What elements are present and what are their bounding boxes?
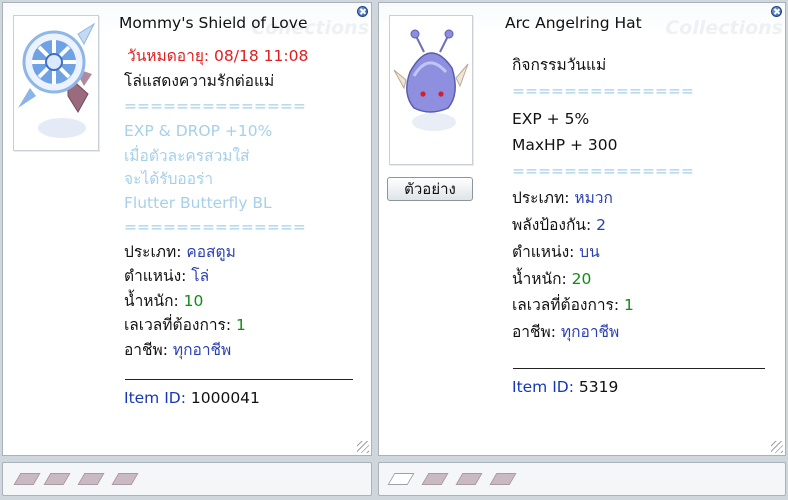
stat-required-level: เลเวลที่ต้องการ: 1 bbox=[124, 315, 246, 335]
bonus-line: EXP & DROP +10% bbox=[124, 122, 273, 140]
item-id: Item ID: 5319 bbox=[512, 377, 618, 397]
card-slot[interactable] bbox=[43, 473, 71, 485]
window-title: Mommy's Shield of Love bbox=[119, 14, 308, 32]
item-image bbox=[13, 15, 99, 151]
card-slot[interactable] bbox=[77, 473, 105, 485]
stat-type: ประเภท: หมวก bbox=[512, 188, 613, 208]
card-slot-bar bbox=[2, 462, 372, 496]
stat-label: เลเวลที่ต้องการ: bbox=[512, 296, 625, 314]
stat-value: 20 bbox=[571, 270, 592, 288]
separator: ============== bbox=[512, 162, 694, 180]
stat-value: 2 bbox=[596, 216, 607, 234]
item-description: โล่แสดงความรักต่อแม่ bbox=[124, 72, 275, 90]
watermark-text: Collections bbox=[665, 17, 783, 39]
card-slot-bar bbox=[378, 462, 786, 496]
stat-value: 10 bbox=[183, 292, 204, 310]
separator: ============== bbox=[124, 218, 306, 236]
card-slot[interactable] bbox=[111, 473, 139, 485]
stat-value: บน bbox=[579, 243, 600, 261]
bonus-line: Flutter Butterfly BL bbox=[124, 194, 272, 212]
stat-defense: พลังป้องกัน: 2 bbox=[512, 215, 606, 235]
stat-position: ตำแหน่ง: บน bbox=[512, 242, 600, 262]
stat-value: โล่ bbox=[191, 267, 210, 285]
card-slot-empty[interactable] bbox=[387, 473, 415, 485]
item-info-window-hat: Collections Arc Angelring Hat ตัวอย่าง ก… bbox=[378, 2, 786, 456]
bonus-line: MaxHP + 300 bbox=[512, 136, 618, 154]
bonus-line: EXP + 5% bbox=[512, 110, 590, 128]
divider bbox=[125, 379, 353, 380]
separator: ============== bbox=[512, 82, 694, 100]
stat-label: อาชีพ: bbox=[512, 323, 561, 341]
item-id-value: 1000041 bbox=[190, 389, 260, 407]
card-slot[interactable] bbox=[421, 473, 449, 485]
card-slot[interactable] bbox=[13, 473, 41, 485]
angelring-hat-icon bbox=[393, 29, 469, 131]
stat-label: พลังป้องกัน: bbox=[512, 216, 597, 234]
stat-value: 1 bbox=[624, 296, 634, 314]
item-description: กิจกรรมวันแม่ bbox=[512, 56, 607, 74]
stat-label: ตำแหน่ง: bbox=[124, 267, 192, 285]
stat-weight: น้ำหนัก: 20 bbox=[512, 269, 591, 289]
item-id-label: Item ID: bbox=[124, 389, 191, 407]
bonus-line: เมื่อตัวละครสวมใส่ bbox=[124, 147, 250, 165]
stat-label: น้ำหนัก: bbox=[124, 292, 184, 310]
item-id-value: 5319 bbox=[578, 378, 619, 396]
stat-value: 1 bbox=[236, 316, 246, 334]
stat-job: อาชีพ: ทุกอาชีพ bbox=[512, 322, 619, 342]
window-title: Arc Angelring Hat bbox=[505, 14, 642, 32]
card-slot[interactable] bbox=[489, 473, 517, 485]
expire-date: วันหมดอายุ: 08/18 11:08 bbox=[127, 47, 309, 65]
resize-grip[interactable] bbox=[771, 441, 783, 453]
stat-label: อาชีพ: bbox=[124, 341, 173, 359]
stat-value: ทุกอาชีพ bbox=[172, 341, 232, 359]
preview-button[interactable]: ตัวอย่าง bbox=[387, 177, 473, 201]
stat-required-level: เลเวลที่ต้องการ: 1 bbox=[512, 295, 634, 315]
card-slot[interactable] bbox=[455, 473, 483, 485]
stat-job: อาชีพ: ทุกอาชีพ bbox=[124, 340, 231, 360]
resize-grip[interactable] bbox=[357, 441, 369, 453]
stat-value: หมวก bbox=[574, 189, 613, 207]
stat-value: คอสตูม bbox=[186, 243, 236, 261]
divider bbox=[513, 368, 765, 369]
separator: ============== bbox=[124, 97, 306, 115]
stat-type: ประเภท: คอสตูม bbox=[124, 242, 236, 262]
item-info-window-shield: Collections Mommy's Shield of Love วันหม… bbox=[2, 2, 372, 456]
item-id-label: Item ID: bbox=[512, 378, 579, 396]
item-image bbox=[389, 15, 473, 165]
shield-icon bbox=[18, 22, 96, 138]
stat-label: เลเวลที่ต้องการ: bbox=[124, 316, 237, 334]
stat-label: ประเภท: bbox=[512, 189, 575, 207]
item-id: Item ID: 1000041 bbox=[124, 388, 260, 408]
stat-weight: น้ำหนัก: 10 bbox=[124, 291, 203, 311]
stat-label: ตำแหน่ง: bbox=[512, 243, 580, 261]
close-icon[interactable] bbox=[357, 6, 368, 17]
close-icon[interactable] bbox=[771, 6, 782, 17]
stat-label: ประเภท: bbox=[124, 243, 187, 261]
stat-value: ทุกอาชีพ bbox=[560, 323, 620, 341]
stat-position: ตำแหน่ง: โล่ bbox=[124, 266, 209, 286]
stat-label: น้ำหนัก: bbox=[512, 270, 572, 288]
bonus-line: จะได้รับออร่า bbox=[124, 170, 214, 188]
